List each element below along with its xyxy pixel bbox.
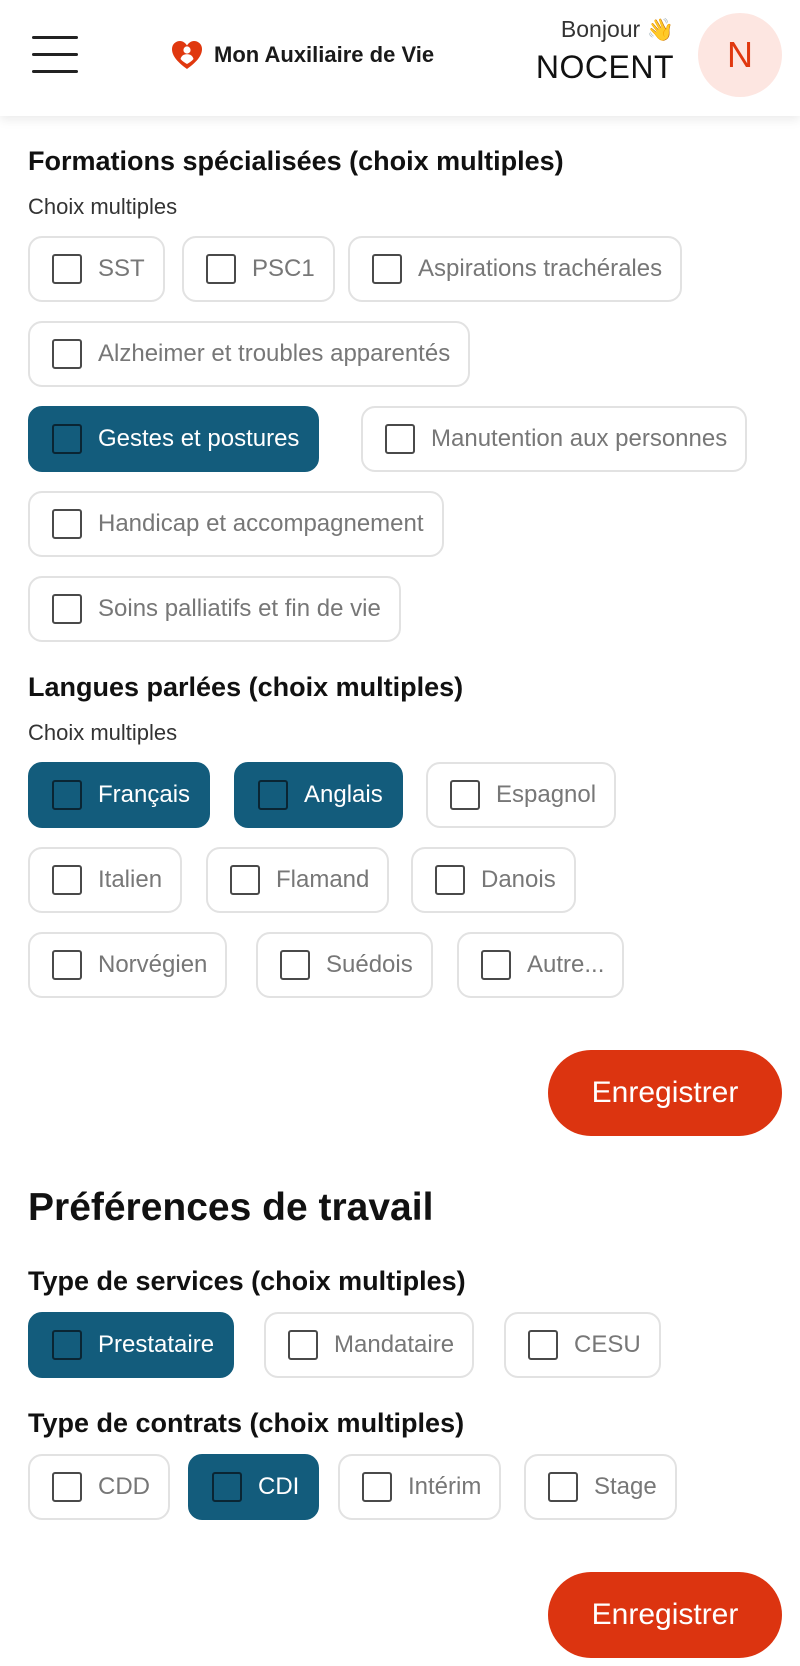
save-button-preferences[interactable]: Enregistrer bbox=[548, 1572, 782, 1658]
langue-chip-francais[interactable]: Français bbox=[28, 762, 211, 828]
checkbox[interactable] bbox=[206, 254, 236, 284]
langue-chip-flamand[interactable]: Flamand bbox=[206, 847, 390, 913]
langues-subtitle: Choix multiples bbox=[28, 720, 178, 745]
checkbox[interactable] bbox=[528, 1330, 558, 1360]
chip-label: Handicap et accompagnement bbox=[98, 510, 424, 537]
checkbox[interactable] bbox=[212, 1472, 242, 1502]
chip-label: Flamand bbox=[276, 866, 370, 893]
langue-chip-espagnol[interactable]: Espagnol bbox=[426, 762, 617, 828]
preferences-title: Préférences de travail bbox=[28, 1186, 434, 1229]
checkbox[interactable] bbox=[52, 594, 82, 624]
chip-label: Gestes et postures bbox=[98, 425, 300, 452]
contrat-chip-interim[interactable]: Intérim bbox=[338, 1454, 502, 1520]
chip-label: CDI bbox=[258, 1473, 300, 1500]
chip-label: CDD bbox=[98, 1473, 150, 1500]
checkbox[interactable] bbox=[258, 780, 288, 810]
formation-chip-sst[interactable]: SST bbox=[28, 236, 165, 302]
username: NOCENT bbox=[535, 49, 674, 85]
service-chip-cesu[interactable]: CESU bbox=[504, 1312, 661, 1378]
contrat-chip-stage[interactable]: Stage bbox=[524, 1454, 677, 1520]
chip-label: Manutention aux personnes bbox=[431, 425, 728, 452]
save-button-qualifications[interactable]: Enregistrer bbox=[548, 1050, 782, 1136]
chip-label: Intérim bbox=[408, 1473, 482, 1500]
langue-chip-autre[interactable]: Autre... bbox=[457, 932, 625, 998]
chip-label: Norvégien bbox=[98, 951, 208, 978]
checkbox[interactable] bbox=[52, 424, 82, 454]
checkbox[interactable] bbox=[52, 339, 82, 369]
langues-title: Langues parlées (choix multiples) bbox=[28, 672, 464, 702]
avatar[interactable]: N bbox=[698, 13, 782, 97]
langue-chip-anglais[interactable]: Anglais bbox=[234, 762, 403, 828]
chip-label: Danois bbox=[481, 866, 556, 893]
chip-label: Mandataire bbox=[334, 1331, 455, 1358]
langue-chip-norvegien[interactable]: Norvégien bbox=[28, 932, 228, 998]
chip-label: SST bbox=[98, 255, 145, 282]
formation-chip-alzheimer[interactable]: Alzheimer et troubles apparentés bbox=[28, 321, 471, 387]
service-chip-mandataire[interactable]: Mandataire bbox=[264, 1312, 475, 1378]
checkbox[interactable] bbox=[548, 1472, 578, 1502]
formation-chip-psc1[interactable]: PSC1 bbox=[182, 236, 335, 302]
checkbox[interactable] bbox=[52, 780, 82, 810]
formations-title: Formations spécialisées (choix multiples… bbox=[28, 146, 564, 176]
checkbox[interactable] bbox=[450, 780, 480, 810]
logo-text: Mon Auxiliaire de Vie bbox=[214, 42, 435, 67]
app-logo[interactable]: Mon Auxiliaire de Vie bbox=[170, 38, 434, 72]
formation-chip-soins-palliatifs[interactable]: Soins palliatifs et fin de vie bbox=[28, 576, 401, 642]
checkbox[interactable] bbox=[288, 1330, 318, 1360]
chip-label: Prestataire bbox=[98, 1331, 215, 1358]
chip-label: Suédois bbox=[326, 951, 413, 978]
contrats-title: Type de contrats (choix multiples) bbox=[28, 1408, 465, 1438]
wave-icon: 👋 bbox=[646, 17, 674, 42]
langue-chip-danois[interactable]: Danois bbox=[411, 847, 576, 913]
chip-label: PSC1 bbox=[252, 255, 315, 282]
chip-label: Espagnol bbox=[496, 781, 597, 808]
checkbox[interactable] bbox=[52, 254, 82, 284]
checkbox[interactable] bbox=[52, 509, 82, 539]
checkbox[interactable] bbox=[435, 865, 465, 895]
chip-label: Anglais bbox=[304, 781, 383, 808]
contrat-chip-cdi[interactable]: CDI bbox=[188, 1454, 320, 1520]
heart-logo-icon bbox=[172, 41, 202, 69]
chip-label: Stage bbox=[594, 1473, 657, 1500]
chip-label: Soins palliatifs et fin de vie bbox=[98, 595, 381, 622]
service-chip-prestataire[interactable]: Prestataire bbox=[28, 1312, 235, 1378]
langue-chip-italien[interactable]: Italien bbox=[28, 847, 183, 913]
checkbox[interactable] bbox=[385, 424, 415, 454]
checkbox[interactable] bbox=[52, 865, 82, 895]
services-title: Type de services (choix multiples) bbox=[28, 1266, 466, 1296]
formation-chip-handicap[interactable]: Handicap et accompagnement bbox=[28, 491, 444, 557]
chip-label: Aspirations trachérales bbox=[418, 255, 663, 282]
menu-icon[interactable] bbox=[32, 36, 78, 73]
checkbox[interactable] bbox=[481, 950, 511, 980]
checkbox[interactable] bbox=[230, 865, 260, 895]
app-header: Mon Auxiliaire de Vie Bonjour 👋 NOCENT N bbox=[0, 0, 800, 116]
chip-label: Alzheimer et troubles apparentés bbox=[98, 340, 451, 367]
chip-label: Italien bbox=[98, 866, 163, 893]
formation-chip-manutention[interactable]: Manutention aux personnes bbox=[361, 406, 748, 472]
chip-label: Français bbox=[98, 781, 191, 808]
checkbox[interactable] bbox=[362, 1472, 392, 1502]
formations-subtitle: Choix multiples bbox=[28, 194, 178, 219]
checkbox[interactable] bbox=[372, 254, 402, 284]
checkbox[interactable] bbox=[52, 1472, 82, 1502]
formation-chip-gestes[interactable]: Gestes et postures bbox=[28, 406, 320, 472]
chip-label: CESU bbox=[574, 1331, 641, 1358]
chip-label: Autre... bbox=[527, 951, 605, 978]
checkbox[interactable] bbox=[280, 950, 310, 980]
checkbox[interactable] bbox=[52, 1330, 82, 1360]
contrat-chip-cdd[interactable]: CDD bbox=[28, 1454, 170, 1520]
formation-chip-aspirations[interactable]: Aspirations trachérales bbox=[348, 236, 683, 302]
checkbox[interactable] bbox=[52, 950, 82, 980]
langue-chip-suedois[interactable]: Suédois bbox=[256, 932, 433, 998]
greeting-block: Bonjour 👋 NOCENT bbox=[536, 16, 674, 86]
greeting-text: Bonjour bbox=[560, 16, 641, 42]
